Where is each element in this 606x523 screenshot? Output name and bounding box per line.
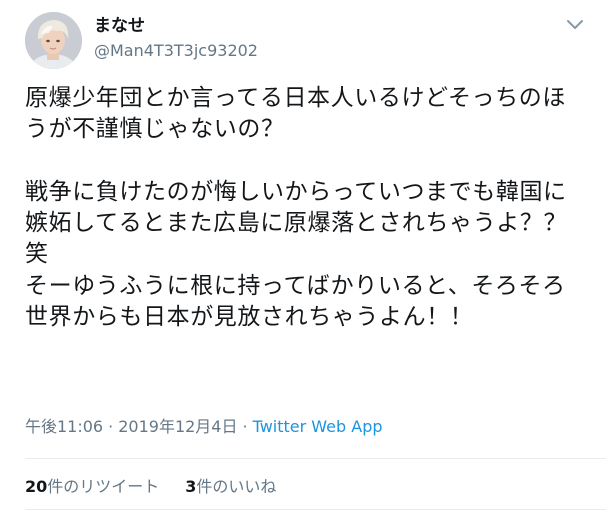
tweet-date[interactable]: 2019年12月4日: [118, 417, 237, 436]
divider: [25, 458, 606, 459]
user-handle[interactable]: @Man4T3T3jc93202: [94, 41, 258, 61]
tweet-source-link[interactable]: Twitter Web App: [253, 417, 383, 436]
chevron-down-icon[interactable]: [566, 18, 584, 30]
tweet-text: 原爆少年団とか言ってる日本人いるけどそっちのほうが不謹慎じゃないの？ 戦争に負け…: [25, 85, 568, 331]
meta-separator: ·: [242, 417, 248, 436]
tweet-card: まなせ @Man4T3T3jc93202 原爆少年団とか言ってる日本人いるけどそ…: [0, 0, 606, 523]
retweet-label: 件のリツイート: [47, 477, 160, 496]
retweet-count: 20: [25, 477, 48, 496]
retweet-stat[interactable]: 20件のリツイート: [25, 477, 159, 497]
like-stat[interactable]: 3件のいいね: [185, 477, 276, 497]
tweet-stats: 20件のリツイート 3件のいいね: [25, 477, 276, 497]
display-name[interactable]: まなせ: [94, 16, 145, 36]
avatar[interactable]: [25, 12, 82, 69]
divider: [25, 509, 606, 510]
tweet-time[interactable]: 午後11:06: [25, 417, 103, 436]
avatar-image: [25, 12, 82, 69]
tweet-meta: 午後11:06 · 2019年12月4日 · Twitter Web App: [25, 417, 383, 437]
like-count: 3: [185, 477, 197, 496]
like-label: 件のいいね: [196, 477, 277, 496]
meta-separator: ·: [108, 417, 114, 436]
